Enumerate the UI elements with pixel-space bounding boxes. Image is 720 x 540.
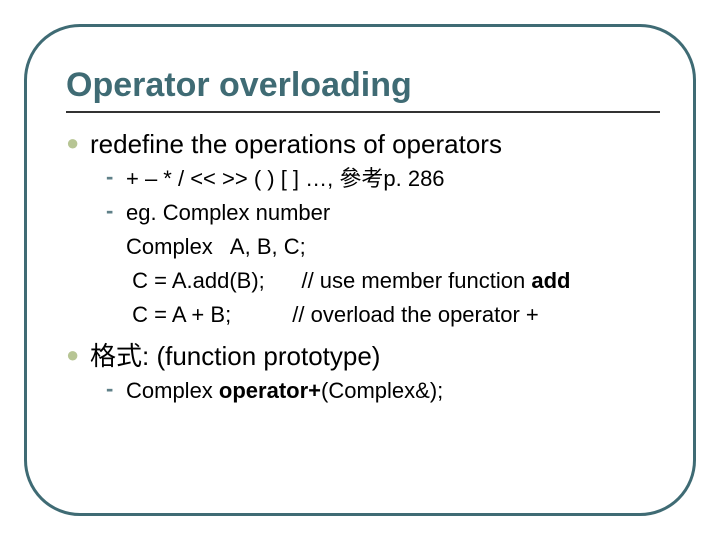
sub-prototype: - Complex operator+(Complex&);	[106, 374, 660, 408]
slide: Operator overloading ● redefine the oper…	[0, 0, 720, 540]
dash-icon: -	[106, 164, 126, 190]
point-redefine: ● redefine the operations of operators	[66, 127, 660, 162]
point-redefine-text: redefine the operations of operators	[90, 127, 502, 162]
dash-icon: -	[106, 376, 126, 402]
code-overload-call: C = A + B; // overload the operator +	[126, 298, 660, 332]
sub-prototype-post: (Complex&);	[321, 378, 443, 403]
code-member-call-bold: add	[531, 268, 570, 293]
sub-example-text: eg. Complex number	[126, 196, 330, 230]
code-member-call-pre: C = A.add(B); // use member function	[126, 268, 531, 293]
sub-operators-list-text: + – * / << >> ( ) [ ] …, 參考p. 286	[126, 162, 445, 196]
sub-operators-list: - + – * / << >> ( ) [ ] …, 參考p. 286	[106, 162, 660, 196]
point-format: ● 格式: (function prototype)	[66, 339, 660, 374]
bullet-icon: ●	[66, 339, 90, 371]
slide-content: Operator overloading ● redefine the oper…	[66, 66, 660, 490]
slide-title: Operator overloading	[66, 66, 660, 113]
sub-prototype-text: Complex operator+(Complex&);	[126, 374, 443, 408]
dash-icon: -	[106, 198, 126, 224]
code-decl: Complex A, B, C;	[126, 230, 660, 264]
bullet-icon: ●	[66, 127, 90, 159]
sub-prototype-bold: operator+	[219, 378, 321, 403]
code-member-call: C = A.add(B); // use member function add	[126, 264, 660, 298]
sub-example: - eg. Complex number	[106, 196, 660, 230]
point-format-text: 格式: (function prototype)	[90, 339, 380, 374]
sub-prototype-pre: Complex	[126, 378, 219, 403]
